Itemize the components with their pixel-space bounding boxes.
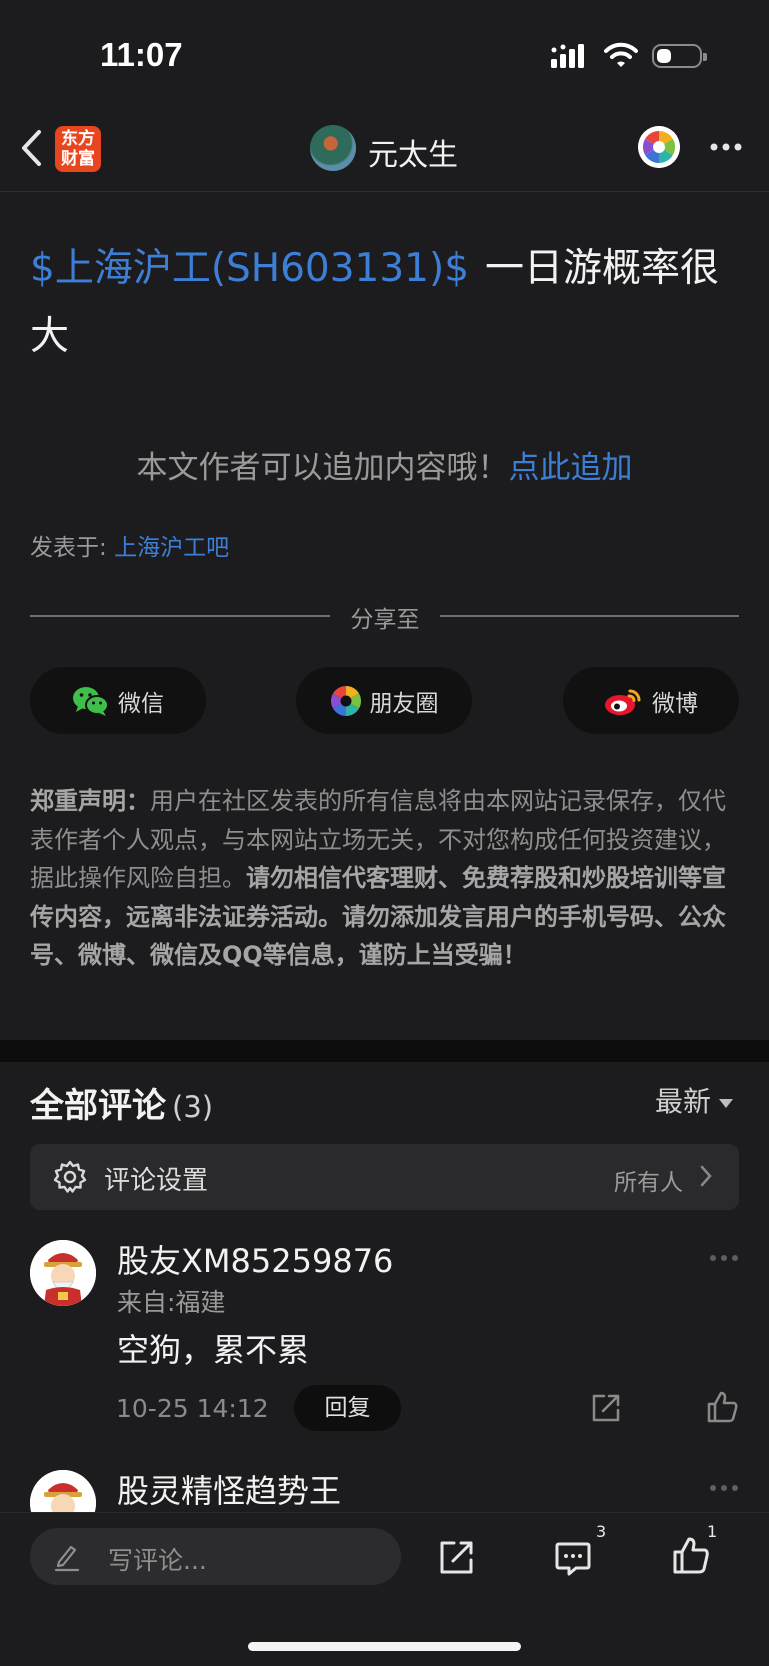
stock-bar-link[interactable]: 上海沪工吧	[114, 535, 229, 561]
share-wechat-button[interactable]: 微信	[30, 667, 206, 734]
author-avatar[interactable]	[310, 125, 356, 171]
wifi-icon	[604, 42, 638, 67]
weibo-icon	[605, 689, 641, 715]
disclaimer-label: 郑重声明：	[30, 787, 150, 815]
commenter-name[interactable]: 股灵精怪趋势王	[117, 1466, 341, 1512]
comment-settings-row[interactable]: 评论设置 所有人	[30, 1144, 739, 1210]
share-icon[interactable]	[438, 1538, 476, 1576]
share-title: 分享至	[350, 607, 420, 633]
share-weibo-button[interactable]: 微博	[563, 667, 739, 734]
share-weibo-label: 微博	[652, 690, 698, 717]
posted-prefix: 发表于:	[30, 535, 107, 561]
back-arrow-icon[interactable]	[18, 128, 44, 168]
write-comment-input[interactable]: 写评论...	[30, 1528, 401, 1585]
comment-settings-value: 所有人	[614, 1170, 683, 1196]
more-options-icon[interactable]	[709, 142, 743, 152]
comments-title: 全部评论 (3)	[30, 1078, 213, 1127]
reply-button[interactable]: 回复	[294, 1385, 401, 1431]
share-divider-left	[30, 615, 330, 617]
gear-icon	[53, 1160, 87, 1193]
commenter-location: 来自:福建	[117, 1288, 226, 1317]
like-icon[interactable]	[706, 1390, 738, 1424]
share-moments-label: 朋友圈	[369, 690, 439, 717]
share-out-icon[interactable]	[590, 1392, 622, 1424]
like-icon[interactable]	[672, 1535, 710, 1575]
dropdown-triangle-icon	[719, 1098, 734, 1108]
append-prompt-text: 本文作者可以追加内容哦！	[136, 450, 509, 486]
write-comment-placeholder: 写评论...	[108, 1546, 207, 1575]
share-divider-right	[440, 615, 739, 617]
fortune-god-avatar-icon	[30, 1240, 96, 1306]
logo-line-2: 财富	[61, 149, 95, 169]
cellular-signal-icon	[551, 44, 584, 68]
commenter-name[interactable]: 股友XM85259876	[117, 1236, 393, 1282]
comment-more-icon[interactable]	[709, 1484, 739, 1492]
disclaimer: 郑重声明：用户在社区发表的所有信息将由本网站记录保存，仅代表作者个人观点，与本网…	[30, 782, 742, 975]
moments-share-icon[interactable]	[638, 126, 680, 168]
like-count-badge: 1	[707, 1522, 718, 1541]
moments-icon	[330, 685, 361, 716]
home-indicator[interactable]	[248, 1642, 521, 1651]
eastmoney-logo[interactable]: 东方 财富	[55, 126, 101, 172]
stock-tag-link[interactable]: $上海沪工(SH603131)$	[30, 246, 469, 291]
commenter-avatar[interactable]	[30, 1240, 96, 1306]
sort-dropdown[interactable]: 最新	[655, 1080, 734, 1120]
status-time: 11:07	[100, 36, 183, 73]
comment-text: 空狗，累不累	[117, 1331, 310, 1369]
comment-bubble-icon[interactable]	[554, 1539, 592, 1577]
comment-settings-label: 评论设置	[104, 1166, 209, 1196]
nav-divider	[0, 191, 769, 192]
comments-title-text: 全部评论	[30, 1086, 166, 1126]
append-prompt: 本文作者可以追加内容哦！点此追加	[0, 442, 769, 487]
posted-in: 发表于: 上海沪工吧	[30, 528, 229, 562]
wechat-icon	[73, 686, 109, 716]
comments-count: (3)	[172, 1090, 214, 1124]
author-name[interactable]: 元太生	[368, 130, 458, 174]
sort-label: 最新	[655, 1085, 712, 1118]
comment-more-icon[interactable]	[709, 1254, 739, 1262]
share-wechat-label: 微信	[118, 690, 164, 717]
append-link[interactable]: 点此追加	[509, 450, 633, 486]
pen-icon	[54, 1545, 80, 1572]
comment-count-badge: 3	[596, 1522, 607, 1541]
section-separator	[0, 1040, 769, 1062]
share-moments-button[interactable]: 朋友圈	[296, 667, 472, 734]
post-content: $上海沪工(SH603131)$ 一日游概率很大	[30, 235, 750, 371]
logo-line-1: 东方	[61, 129, 95, 149]
comment-time: 10-25 14:12	[116, 1394, 269, 1423]
chevron-right-icon	[700, 1165, 712, 1187]
battery-icon	[652, 44, 707, 68]
